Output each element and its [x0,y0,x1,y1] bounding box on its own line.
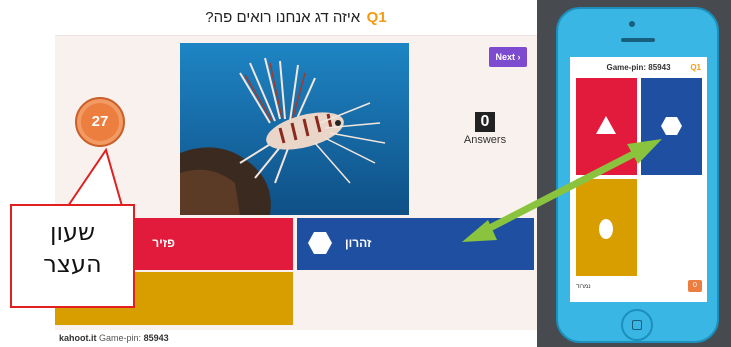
phone-answer-red[interactable] [576,78,637,175]
camera-dot [629,21,635,27]
answers-counter: 0 Answers [455,112,515,146]
home-button[interactable] [621,309,653,341]
question-bar: ?איזה דג אנחנו רואים פה Q1 [55,0,537,36]
answer-blue-label: זהרון [345,236,372,250]
answers-label: Answers [463,134,507,146]
next-button[interactable]: Next › [489,47,527,67]
phone-device: Game-pin: 85943 Q1 נמרוד 0 [556,7,719,343]
countdown-timer: 27 [75,97,125,147]
callout-line-2: העצר [43,250,102,278]
hexagon-icon [308,232,332,254]
phone-game-pin: Game-pin: 85943 [606,63,671,72]
hexagon-icon [661,117,682,135]
phone-nickname: נמרוד [576,284,591,290]
footer: kahoot.it Game-pin: 85943 [55,330,537,347]
question-image [180,43,409,215]
footer-pin-value: 85943 [143,333,169,343]
phone-score: 0 [688,280,702,292]
question-number: Q1 [366,9,387,26]
callout-box: שעון העצר [10,204,135,308]
answers-count: 0 [474,112,496,132]
callout-line-1: שעון [49,218,96,246]
phone-screen: Game-pin: 85943 Q1 נמרוד 0 [570,57,707,302]
home-square-icon [632,320,642,330]
phone-answer-blue[interactable] [641,78,702,175]
footer-pin-label: Game-pin: [99,333,142,343]
question-text: ?איזה דג אנחנו רואים פה [205,9,361,26]
circle-icon [599,219,613,239]
answer-red-label: פזיר [152,236,175,250]
triangle-icon [596,116,616,134]
footer-brand: kahoot.it [59,333,97,343]
speaker-grille [621,38,655,42]
phone-question-number: Q1 [690,63,701,72]
lionfish-illustration [180,43,409,215]
answer-blue[interactable]: זהרון [297,218,534,270]
phone-answer-gold[interactable] [576,179,637,276]
